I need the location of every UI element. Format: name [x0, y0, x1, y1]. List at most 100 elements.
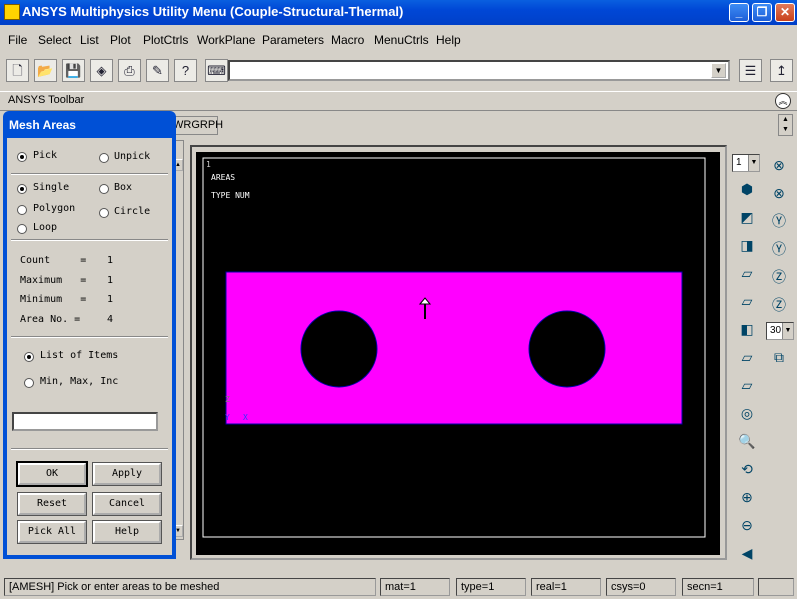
rotate-z-pos-icon[interactable]: Ⓩ — [768, 266, 790, 288]
pick-label: Pick — [33, 150, 58, 161]
front-view-icon[interactable]: ◩ — [736, 206, 758, 228]
menu-plotctrls[interactable]: PlotCtrls — [143, 33, 188, 47]
toolbar-scrollbar[interactable]: ▲ ▼ — [778, 114, 793, 136]
mesh-areas-dialog: Mesh Areas Pick Unpick Single Box Polygo… — [3, 111, 176, 559]
chevron-down-icon: ▼ — [748, 155, 759, 171]
menu-plot[interactable]: Plot — [110, 33, 131, 47]
min-max-inc-label: Min, Max, Inc — [40, 376, 119, 387]
apply-button[interactable]: Apply — [92, 462, 162, 486]
graphics-window[interactable]: 1 AREAS TYPE NUM Z Y X — [196, 152, 720, 555]
status-type: type=1 — [456, 578, 526, 596]
window-select-value: 1 — [736, 157, 742, 168]
restore-button[interactable]: ❐ — [752, 3, 772, 22]
collapse-toolbar-icon[interactable]: ︽ — [775, 93, 791, 109]
save-icon[interactable]: 💾 — [62, 59, 85, 82]
meshed-area[interactable] — [225, 271, 683, 425]
chevron-down-icon: ▼ — [782, 323, 793, 339]
toolbar-toggle-icon[interactable]: ☰ — [739, 59, 762, 82]
minimize-button[interactable]: _ — [729, 3, 749, 22]
zoom-out-icon[interactable]: ⊖ — [736, 514, 758, 536]
ansys-toolbar-label: ANSYS Toolbar — [8, 94, 85, 106]
zoom-icon[interactable]: ◎ — [736, 402, 758, 424]
menu-help[interactable]: Help — [436, 33, 461, 47]
bottom-view-icon[interactable]: ▱ — [736, 290, 758, 312]
rate-select[interactable]: 30 ▼ — [766, 322, 794, 340]
rotate-z-neg-icon[interactable]: Ⓩ — [768, 294, 790, 316]
rotate-y-pos-icon[interactable]: Ⓨ — [768, 210, 790, 232]
triad-z-label: Z — [225, 395, 230, 404]
status-real: real=1 — [531, 578, 601, 596]
status-secn: secn=1 — [682, 578, 754, 596]
window-number: 1 — [206, 160, 211, 169]
list-of-items-radio[interactable] — [24, 352, 34, 362]
rotate-x-pos-icon[interactable]: ⊗ — [768, 154, 790, 176]
open-folder-icon[interactable]: 📂 — [34, 59, 57, 82]
cancel-button[interactable]: Cancel — [92, 492, 162, 516]
pick-all-button[interactable]: Pick All — [17, 520, 87, 544]
list-of-items-label: List of Items — [40, 350, 119, 361]
dialog-title: Mesh Areas — [9, 118, 76, 132]
top-view-icon[interactable]: ◨ — [736, 234, 758, 256]
circle-radio[interactable] — [99, 208, 109, 218]
view-toolbar: 1 ▼ ⬢ ◩ ◨ ▱ ▱ ◧ ▱ ▱ ◎ 🔍 ⟲ ⊕ ⊖ ◀ ⊗ ⊗ Ⓨ Ⓨ … — [730, 150, 796, 565]
loop-radio[interactable] — [17, 224, 27, 234]
area-number-label: Area No. = — [20, 314, 81, 325]
separator — [11, 448, 168, 450]
pick-entry-input[interactable] — [12, 412, 158, 431]
menu-file[interactable]: File — [8, 33, 27, 47]
triad-y-label: Y — [225, 413, 230, 422]
pick-radio[interactable] — [17, 152, 27, 162]
rotate-y-neg-icon[interactable]: Ⓨ — [768, 238, 790, 260]
menu-workplane[interactable]: WorkPlane — [197, 33, 255, 47]
menu-bar: File Select List Plot PlotCtrls WorkPlan… — [0, 30, 797, 52]
oblique-view-icon[interactable]: ▱ — [736, 374, 758, 396]
zoom-in-icon[interactable]: ⊕ — [736, 486, 758, 508]
isometric-view-icon[interactable]: ⬢ — [736, 178, 758, 200]
menu-select[interactable]: Select — [38, 33, 71, 47]
help-icon[interactable]: ? — [174, 59, 197, 82]
left-view-icon[interactable]: ▱ — [736, 346, 758, 368]
dialog-body: Pick Unpick Single Box Polygon Circle Lo… — [7, 138, 172, 555]
menu-menuctrls[interactable]: MenuCtrls — [374, 33, 429, 47]
zoom-box-icon[interactable]: 🔍 — [736, 430, 758, 452]
menu-parameters[interactable]: Parameters — [262, 33, 324, 47]
minimum-value: 1 — [107, 294, 114, 305]
menu-list[interactable]: List — [80, 33, 99, 47]
ok-button[interactable]: OK — [16, 461, 88, 487]
help-button[interactable]: Help — [92, 520, 162, 544]
maximum-label: Maximum = — [20, 275, 87, 286]
unpick-label: Unpick — [114, 151, 151, 162]
window-select[interactable]: 1 ▼ — [732, 154, 760, 172]
polygon-radio[interactable] — [17, 205, 27, 215]
command-history-dropdown[interactable]: ▼ — [711, 63, 726, 78]
print-icon[interactable]: ⎙ — [118, 59, 141, 82]
reset-view-icon[interactable]: ⧉ — [768, 346, 790, 368]
min-max-inc-radio[interactable] — [24, 378, 34, 388]
back-view-icon[interactable]: ▱ — [736, 262, 758, 284]
separator — [11, 336, 168, 338]
reset-button[interactable]: Reset — [17, 492, 87, 516]
menu-macro[interactable]: Macro — [331, 33, 364, 47]
3d-box-icon[interactable]: ◈ — [90, 59, 113, 82]
close-button[interactable]: ✕ — [775, 3, 795, 22]
status-extra — [758, 578, 794, 596]
dynamic-mode-icon[interactable]: ◀ — [736, 542, 758, 564]
plot-label-areas: AREAS — [211, 173, 236, 182]
ansys-toolbar: ANSYS Toolbar ︽ — [0, 91, 797, 111]
plot-label-type: TYPE NUM — [211, 191, 250, 200]
keyboard-icon[interactable]: ⌨ — [205, 59, 228, 82]
triad-x-label: X — [243, 413, 248, 422]
raise-hidden-icon[interactable]: ↥ — [770, 59, 793, 82]
report-icon[interactable]: ✎ — [146, 59, 169, 82]
pan-icon[interactable]: ⟲ — [736, 458, 758, 480]
rotate-x-neg-icon[interactable]: ⊗ — [768, 182, 790, 204]
command-input[interactable]: ▼ — [228, 60, 730, 81]
unpick-radio[interactable] — [99, 153, 109, 163]
right-view-icon[interactable]: ◧ — [736, 318, 758, 340]
maximum-value: 1 — [107, 275, 114, 286]
box-radio[interactable] — [99, 184, 109, 194]
single-radio[interactable] — [17, 184, 27, 194]
new-file-icon[interactable]: 🗋 — [6, 59, 29, 82]
status-csys: csys=0 — [606, 578, 676, 596]
status-bar: [AMESH] Pick or enter areas to be meshed… — [0, 577, 797, 599]
